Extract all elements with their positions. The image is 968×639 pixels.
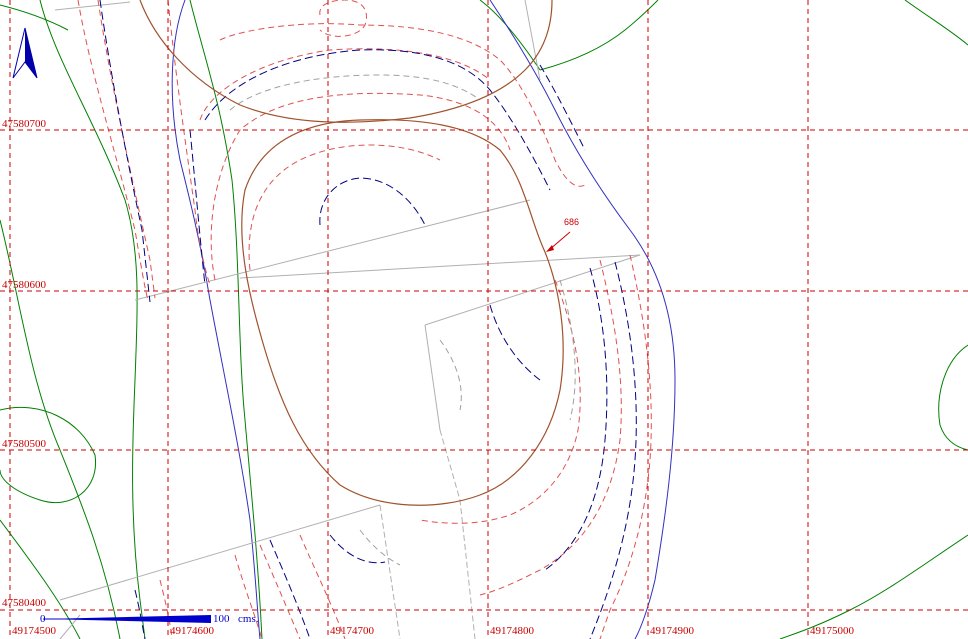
scale-start-label: 0 bbox=[40, 613, 46, 625]
grid-label-y: 47580500 bbox=[2, 438, 47, 450]
grid-label-x: 49174600 bbox=[170, 625, 215, 637]
grid-label-x: 49174800 bbox=[490, 625, 535, 637]
scale-unit-label: cms. bbox=[238, 613, 259, 625]
grid-label-x: 49174500 bbox=[12, 625, 57, 637]
grid-label-y: 47580600 bbox=[2, 279, 47, 291]
contour-label: 686 bbox=[564, 217, 579, 227]
grid-label-y: 47580700 bbox=[2, 118, 47, 130]
map-background bbox=[0, 0, 968, 639]
grid-label-x: 49174700 bbox=[330, 625, 375, 637]
scale-end-label: 100 bbox=[213, 613, 230, 625]
map-canvas[interactable]: 47580700 47580600 47580500 47580400 4917… bbox=[0, 0, 968, 639]
grid-label-y: 47580400 bbox=[2, 597, 47, 609]
grid-label-x: 49175000 bbox=[810, 625, 855, 637]
grid-label-x: 49174900 bbox=[650, 625, 695, 637]
